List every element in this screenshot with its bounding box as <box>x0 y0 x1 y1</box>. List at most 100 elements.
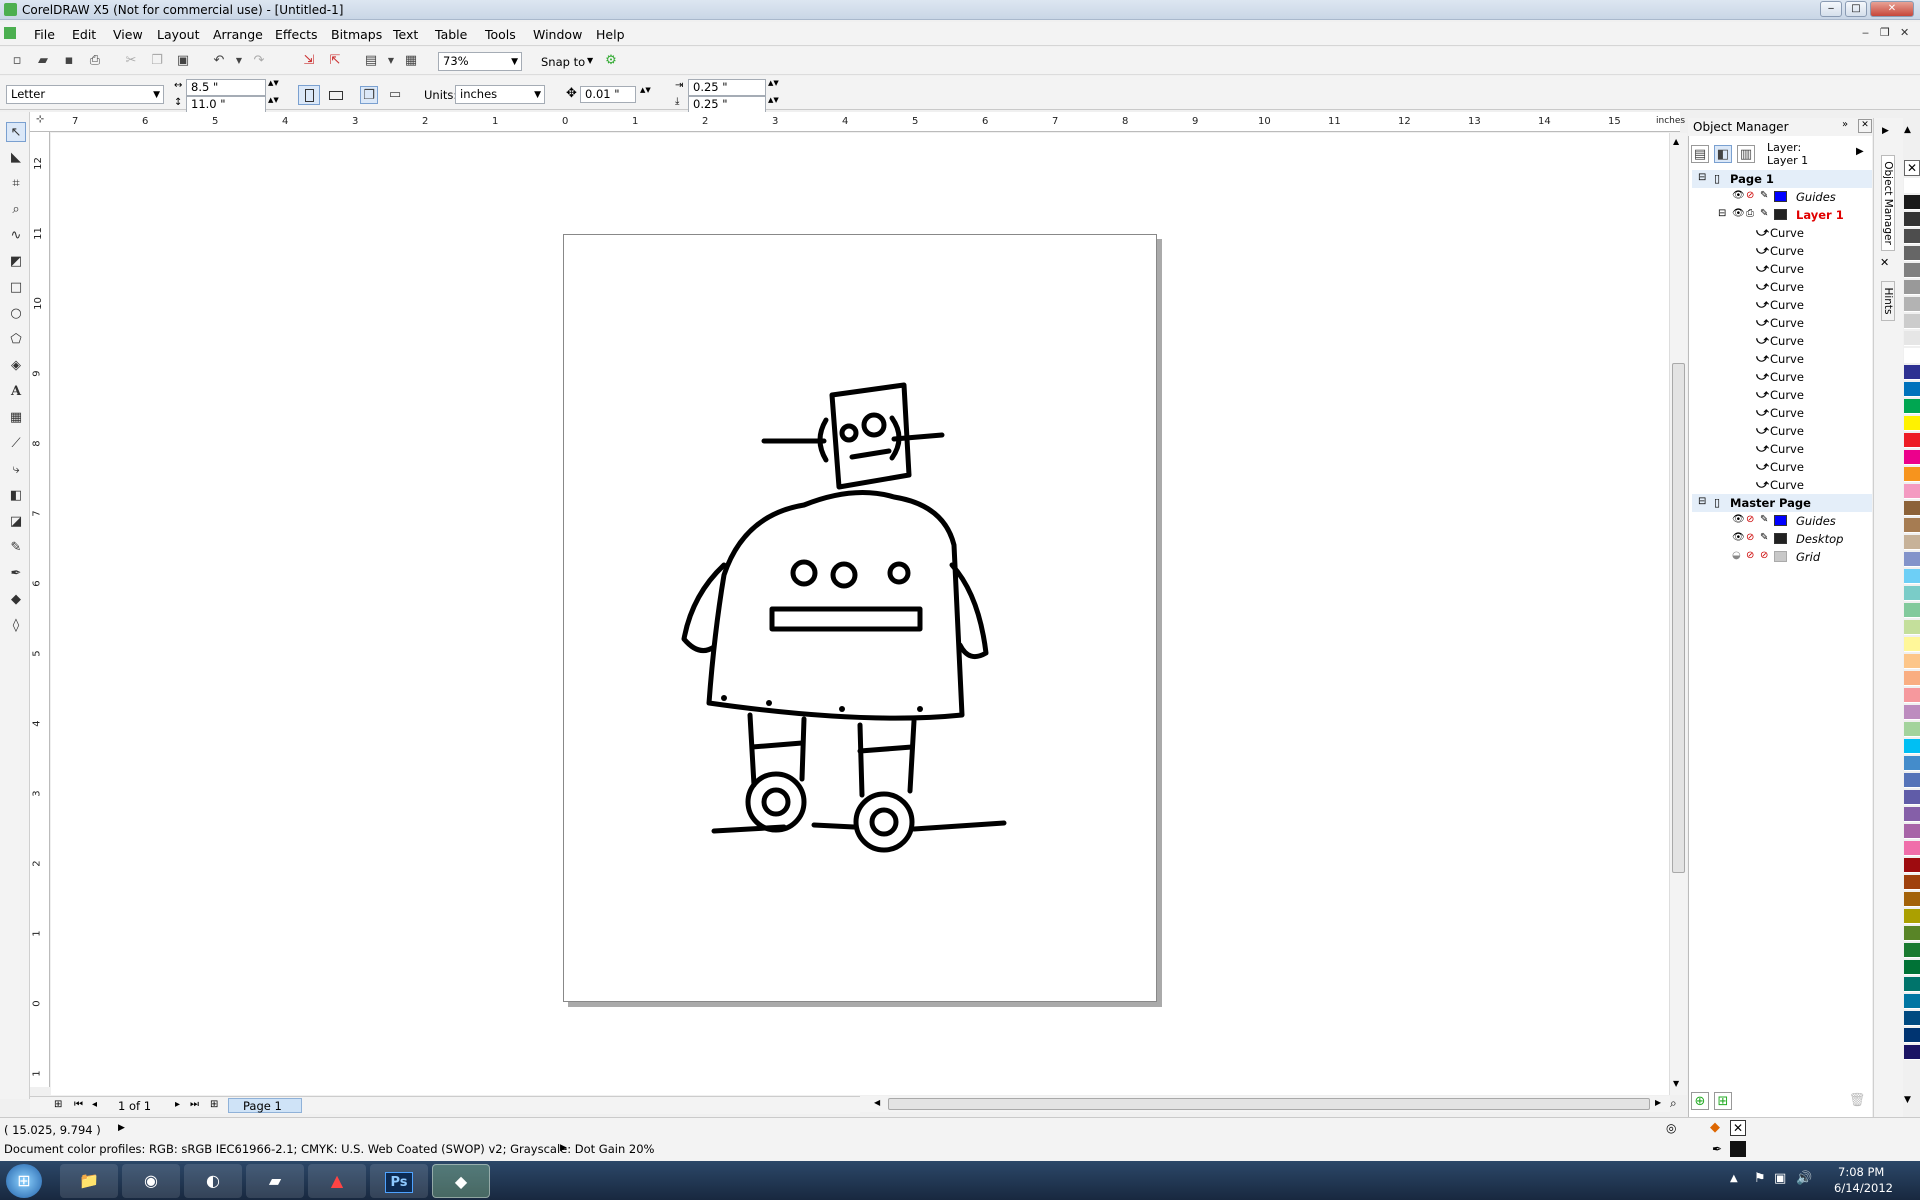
edit-disabled-icon[interactable]: ⊘ <box>1760 550 1768 561</box>
undo-icon[interactable]: ↶ <box>210 52 228 70</box>
ruler-origin-icon[interactable]: ⊹ <box>36 114 44 125</box>
tree-row-desktop[interactable]: 👁 ⊘ ✎ Desktop <box>1692 530 1872 548</box>
palette-swatch[interactable] <box>1904 603 1920 618</box>
visibility-eye-icon[interactable]: 👁 <box>1732 190 1745 201</box>
edit-across-layers-icon[interactable]: ◧ <box>1714 145 1732 163</box>
nudge-spinner-icon[interactable]: ▲▼ <box>640 86 651 94</box>
fill-tool-icon[interactable]: ◆ <box>6 590 26 610</box>
print-icon[interactable]: ⎙ <box>86 52 104 70</box>
page-tab[interactable]: Page 1 <box>228 1098 302 1113</box>
new-document-icon[interactable]: ▫ <box>8 52 26 70</box>
menu-window[interactable]: Window <box>533 27 582 42</box>
palette-swatch[interactable] <box>1904 382 1920 397</box>
menu-edit[interactable]: Edit <box>72 27 96 42</box>
palette-swatch[interactable] <box>1904 484 1920 499</box>
tree-row-curve[interactable]: ⤻ Curve <box>1692 242 1872 260</box>
volume-icon[interactable]: 🔊 <box>1796 1171 1812 1186</box>
print-disabled-icon[interactable]: ⊘ <box>1746 550 1754 561</box>
palette-scroll-up-icon[interactable]: ▲ <box>1904 125 1911 135</box>
close-tab-icon[interactable]: ✕ <box>1880 256 1889 269</box>
height-spinner-icon[interactable]: ▲▼ <box>268 96 279 104</box>
palette-swatch[interactable] <box>1904 926 1920 941</box>
tree-row-curve[interactable]: ⤻ Curve <box>1692 314 1872 332</box>
status-arrow-icon[interactable]: ▶ <box>118 1123 125 1133</box>
palette-scroll-down-icon[interactable]: ▼ <box>1904 1095 1911 1105</box>
next-page-icon[interactable]: ▸ <box>175 1099 180 1110</box>
tree-row-grid[interactable]: ◒ ⊘ ⊘ Grid <box>1692 548 1872 566</box>
palette-swatch[interactable] <box>1904 892 1920 907</box>
tree-row-curve[interactable]: ⤻ Curve <box>1692 350 1872 368</box>
palette-swatch[interactable] <box>1904 756 1920 771</box>
palette-swatch[interactable] <box>1904 178 1920 193</box>
tree-row-curve[interactable]: ⤻ Curve <box>1692 260 1872 278</box>
palette-swatch[interactable] <box>1904 688 1920 703</box>
tree-row-curve[interactable]: ⤻ Curve <box>1692 278 1872 296</box>
tree-row-guides[interactable]: 👁 ⊘ ✎ Guides <box>1692 188 1872 206</box>
palette-swatch[interactable] <box>1904 569 1920 584</box>
clock-time[interactable]: 7:08 PM <box>1838 1165 1884 1179</box>
menu-file[interactable]: File <box>34 27 55 42</box>
menu-view[interactable]: View <box>113 27 143 42</box>
redo-icon[interactable]: ↷ <box>250 52 268 70</box>
edit-pencil-icon[interactable]: ✎ <box>1760 190 1768 201</box>
document-page[interactable] <box>563 234 1157 1002</box>
nudge-field[interactable]: 0.01 " <box>580 86 636 103</box>
tree-row-curve[interactable]: ⤻ Curve <box>1692 422 1872 440</box>
vertical-ruler[interactable]: 12 11 10 9 8 7 6 5 4 3 2 1 0 1 <box>30 132 50 1087</box>
open-icon[interactable]: ▰ <box>34 52 52 70</box>
layer-color-swatch[interactable] <box>1774 515 1787 526</box>
visibility-eye-icon[interactable]: 👁 <box>1732 208 1745 219</box>
palette-swatch[interactable] <box>1904 399 1920 414</box>
palette-swatch[interactable] <box>1904 722 1920 737</box>
crop-tool-icon[interactable]: ⌗ <box>6 174 26 194</box>
welcome-screen-icon[interactable]: ▦ <box>402 52 420 70</box>
collapse-docker-icon[interactable]: » <box>1842 119 1848 130</box>
menu-effects[interactable]: Effects <box>275 27 318 42</box>
navigator-icon[interactable]: ⌕ <box>1670 1096 1677 1111</box>
palette-swatch[interactable] <box>1904 790 1920 805</box>
menu-bitmaps[interactable]: Bitmaps <box>331 27 382 42</box>
application-launcher-icon[interactable]: ▤ <box>362 52 380 70</box>
palette-swatch[interactable] <box>1904 824 1920 839</box>
outline-color-swatch[interactable] <box>1730 1141 1746 1157</box>
photoshop-taskbar-icon[interactable]: Ps <box>370 1164 428 1198</box>
basic-shapes-tool-icon[interactable]: ◈ <box>6 356 26 376</box>
palette-swatch[interactable] <box>1904 994 1920 1009</box>
palette-swatch[interactable] <box>1904 960 1920 975</box>
tree-row-page-1[interactable]: ⊟ ▯ Page 1 <box>1692 170 1872 188</box>
all-pages-icon[interactable]: ❐ <box>360 86 378 104</box>
transparency-tool-icon[interactable]: ◪ <box>6 512 26 532</box>
horizontal-scroll-thumb[interactable] <box>888 1098 1650 1110</box>
doc-restore-button[interactable]: ❐ <box>1880 26 1890 39</box>
visibility-eye-icon[interactable]: 👁 <box>1732 514 1745 525</box>
launcher-dropdown-icon[interactable]: ▼ <box>382 52 400 70</box>
palette-swatch[interactable] <box>1904 858 1920 873</box>
portrait-button[interactable] <box>298 85 320 105</box>
palette-swatch[interactable] <box>1904 943 1920 958</box>
layer-manager-view-icon[interactable]: ▥ <box>1737 145 1755 163</box>
rectangle-tool-icon[interactable]: □ <box>6 278 26 298</box>
outline-tool-icon[interactable]: ✒ <box>6 564 26 584</box>
dup-x-spinner-icon[interactable]: ▲▼ <box>768 79 779 87</box>
page-width-field[interactable]: 8.5 " <box>186 79 266 96</box>
menu-help[interactable]: Help <box>596 27 625 42</box>
edit-pencil-icon[interactable]: ✎ <box>1760 208 1768 219</box>
layer-color-swatch[interactable] <box>1774 551 1787 562</box>
tree-row-master-page[interactable]: ⊟ ▯ Master Page <box>1692 494 1872 512</box>
palette-swatch[interactable] <box>1904 1011 1920 1026</box>
palette-swatch[interactable] <box>1904 671 1920 686</box>
horizontal-ruler[interactable]: ⊹ 7 6 5 4 3 2 1 0 1 2 3 4 5 6 7 8 9 10 1… <box>30 112 1685 132</box>
palette-swatch[interactable] <box>1904 535 1920 550</box>
palette-swatch[interactable] <box>1904 586 1920 601</box>
minimize-button[interactable]: ‒ <box>1820 1 1842 17</box>
first-page-icon[interactable]: ⏮ <box>74 1099 83 1110</box>
zoom-tool-icon[interactable]: ⌕ <box>6 200 26 220</box>
palette-swatch[interactable] <box>1904 348 1920 363</box>
zoom-combo[interactable]: 73% ▼ <box>438 52 522 71</box>
page-size-combo[interactable]: Letter ▼ <box>6 85 164 104</box>
blend-tool-icon[interactable]: ◧ <box>6 486 26 506</box>
maximize-button[interactable]: □ <box>1845 1 1867 17</box>
palette-swatch[interactable] <box>1904 212 1920 227</box>
palette-swatch[interactable] <box>1904 331 1920 346</box>
layer-color-swatch[interactable] <box>1774 209 1787 220</box>
